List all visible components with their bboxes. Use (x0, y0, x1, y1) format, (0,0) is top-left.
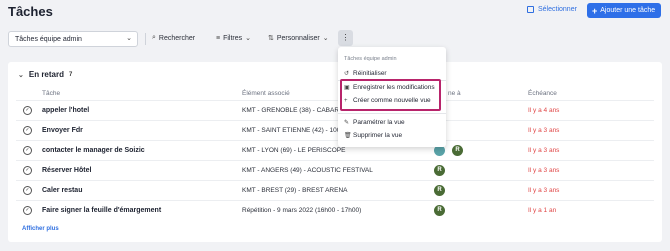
sliders-icon: ⇅ (268, 35, 274, 42)
reset-icon: ↺ (344, 71, 350, 77)
due-date: Il y a 3 ans (528, 127, 560, 134)
column-header-task: Tâche (42, 90, 61, 97)
menu-item-delete[interactable]: 🗑 Supprimer la vue (344, 132, 402, 139)
filters-button[interactable]: ≡ Filtres ⌄ (216, 34, 252, 43)
menu-item-label: Supprimer la vue (353, 132, 403, 139)
avatar: R (434, 185, 445, 196)
complete-check-icon[interactable]: ✓ (23, 126, 32, 135)
table-row[interactable]: ✓ Réserver Hôtel KMT - ANGERS (49) - ACO… (16, 160, 654, 180)
due-date: Il y a 3 ans (528, 187, 560, 194)
table-row[interactable]: ✓ Faire signer la feuille d'émargement R… (16, 200, 654, 220)
add-task-label: Ajouter une tâche (600, 7, 656, 14)
task-name: Réserver Hôtel (42, 167, 92, 174)
chevron-down-icon: ⌄ (126, 35, 132, 42)
section-title: En retard (28, 70, 64, 79)
task-name: Caler restau (42, 187, 83, 194)
customize-button[interactable]: ⇅ Personnaliser ⌄ (268, 34, 329, 43)
menu-item-reset[interactable]: ↺ Réinitialiser (344, 70, 387, 77)
associated-element: Répétition - 9 mars 2022 (16h00 - 17h00) (242, 207, 362, 214)
table-row[interactable]: ✓ contacter le manager de Soizic KMT - L… (16, 140, 654, 160)
toolbar: Tâches équipe admin ⌄ ⌕ Rechercher ≡ Fil… (0, 28, 670, 50)
view-select-value: Tâches équipe admin (15, 35, 82, 43)
toolbar-divider (145, 33, 146, 45)
section-count: 7 (69, 71, 73, 78)
table-row[interactable]: ✓ Envoyer Fdr KMT - SAINT ETIENNE (42) -… (16, 120, 654, 140)
column-header-assigned: ne à (448, 90, 461, 97)
associated-element: KMT - GRENOBLE (38) - CABARET (242, 107, 348, 114)
more-options-button[interactable]: ⋮ (338, 30, 353, 46)
trash-icon: 🗑 (344, 133, 352, 139)
select-label: Sélectionner (538, 6, 577, 13)
task-name: Faire signer la feuille d'émargement (42, 207, 162, 214)
chevron-down-icon: ⌄ (322, 35, 329, 42)
menu-item-configure[interactable]: ✎ Paramétrer la vue (344, 119, 405, 126)
checkbox-icon (527, 6, 534, 13)
complete-check-icon[interactable]: ✓ (23, 186, 32, 195)
menu-divider (338, 113, 446, 114)
section-header[interactable]: ⌄ En retard 7 (18, 70, 72, 79)
view-select[interactable]: Tâches équipe admin ⌄ (8, 31, 138, 47)
complete-check-icon[interactable]: ✓ (23, 106, 32, 115)
due-date: Il y a 3 ans (528, 147, 560, 154)
overdue-panel: ⌄ En retard 7 Tâche Élément associé ne à… (8, 62, 662, 242)
complete-check-icon[interactable]: ✓ (23, 166, 32, 175)
complete-check-icon[interactable]: ✓ (23, 146, 32, 155)
chevron-down-icon: ⌄ (245, 35, 252, 42)
avatar: R (452, 145, 463, 156)
avatar: R (434, 205, 445, 216)
menu-header: Tâches équipe admin (344, 56, 397, 62)
associated-element: KMT - SAINT ETIENNE (42) - 1001 (242, 127, 344, 134)
plus-icon: + (592, 5, 598, 16)
due-date: Il y a 4 ans (528, 107, 560, 114)
filters-label: Filtres (223, 34, 243, 42)
due-date: Il y a 1 an (528, 207, 557, 214)
associated-element: KMT - ANGERS (49) - ACOUSTIC FESTIVAL (242, 167, 373, 174)
complete-check-icon[interactable]: ✓ (23, 206, 32, 215)
page-header: Tâches Sélectionner + Ajouter une tâche (0, 0, 670, 24)
task-name: Envoyer Fdr (42, 127, 83, 134)
column-header-element: Élément associé (242, 90, 290, 97)
associated-element: KMT - LYON (69) - LE PERISCOPE (242, 147, 346, 154)
table-row[interactable]: ✓ appeler l'hotel KMT - GRENOBLE (38) - … (16, 100, 654, 120)
column-header-due: Échéance (528, 90, 557, 97)
menu-item-label: Paramétrer la vue (353, 119, 405, 126)
select-button[interactable]: Sélectionner (527, 6, 577, 13)
edit-icon: ✎ (344, 120, 350, 126)
highlight-box (340, 79, 441, 111)
page-title: Tâches (8, 4, 53, 19)
search-button[interactable]: ⌕ Rechercher (152, 34, 195, 42)
search-label: Rechercher (158, 34, 196, 42)
avatar: R (434, 165, 445, 176)
customize-label: Personnaliser (276, 34, 320, 42)
menu-item-label: Réinitialiser (353, 70, 387, 77)
chevron-down-icon: ⌄ (18, 71, 24, 79)
task-name: contacter le manager de Soizic (42, 147, 145, 154)
show-more-link[interactable]: Afficher plus (22, 226, 59, 232)
table-row[interactable]: ✓ Caler restau KMT - BREST (29) - BREST … (16, 180, 654, 200)
associated-element: KMT - BREST (29) - BREST ARENA (242, 187, 348, 194)
add-task-button[interactable]: + Ajouter une tâche (587, 3, 661, 18)
search-icon: ⌕ (152, 34, 156, 41)
due-date: Il y a 3 ans (528, 167, 560, 174)
filter-icon: ≡ (216, 34, 221, 42)
task-name: appeler l'hotel (42, 107, 90, 114)
